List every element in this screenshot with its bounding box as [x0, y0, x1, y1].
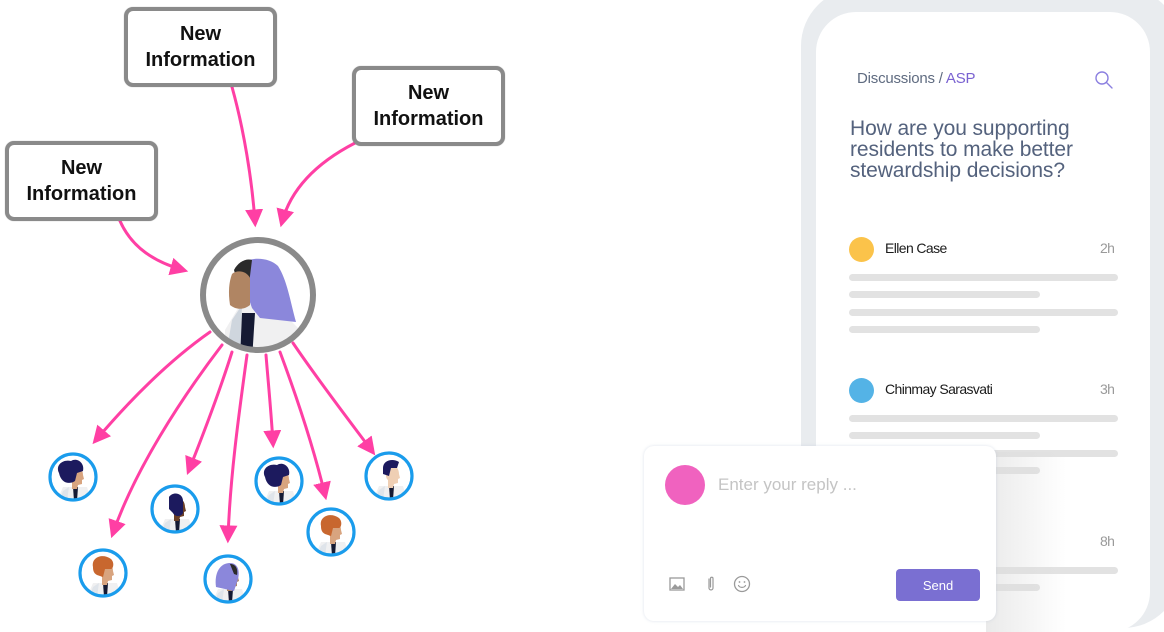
breadcrumb-parent[interactable]: Discussions — [857, 70, 935, 87]
info-box-label: New — [407, 82, 450, 104]
post-time: 2h — [1100, 240, 1115, 256]
emoji-icon[interactable] — [732, 574, 752, 594]
text-placeholder-line — [849, 415, 1118, 422]
image-icon[interactable] — [667, 574, 687, 594]
paperclip-icon[interactable] — [701, 574, 721, 594]
author-avatar — [849, 378, 874, 403]
info-box-label: Information — [26, 183, 137, 205]
text-placeholder-line — [849, 326, 1040, 333]
post-time: 8h — [1100, 533, 1115, 549]
arrow-out-4 — [219, 353, 249, 544]
arrow-in-top — [230, 85, 264, 228]
send-button[interactable]: Send — [896, 569, 980, 601]
post-author: Chinmay Sarasvati — [885, 381, 993, 397]
info-box-label: New — [60, 157, 103, 179]
card-shadow — [986, 452, 1066, 632]
text-placeholder-line — [849, 291, 1040, 298]
author-avatar — [849, 237, 874, 262]
woman-hijab-avatar — [203, 554, 253, 604]
arrow-out-5 — [263, 353, 282, 449]
man-beard-avatar — [150, 484, 200, 534]
information-flow-diagram — [48, 85, 414, 604]
breadcrumb-current: ASP — [945, 70, 976, 87]
info-box-label: Information — [373, 108, 484, 130]
man-short-hair-avatar — [364, 451, 414, 501]
post-author: Ellen Case — [885, 240, 947, 256]
new-information-box: New Information — [124, 7, 277, 87]
reply-input[interactable] — [718, 470, 968, 500]
arrow-out-3 — [185, 350, 234, 476]
text-placeholder-line — [849, 274, 1118, 281]
central-person-avatar — [200, 237, 316, 353]
arrow-in-right — [276, 141, 357, 228]
man-orange-hair-avatar — [78, 548, 128, 598]
text-placeholder-line — [849, 309, 1118, 316]
arrow-out-7 — [291, 341, 376, 456]
discussion-question: How are you supporting residents to make… — [850, 117, 1073, 182]
new-information-box: New Information — [352, 66, 505, 146]
woman-curly-hair-avatar — [48, 452, 98, 502]
info-box-label: Information — [145, 49, 256, 71]
user-avatar — [665, 465, 705, 505]
new-information-box: New Information — [5, 141, 158, 221]
breadcrumb-separator: / — [934, 70, 946, 87]
breadcrumb: Discussions / ASP — [857, 70, 976, 87]
man-orange-hair-avatar — [306, 507, 356, 557]
reply-card: Send — [644, 446, 996, 621]
info-box-label: New — [179, 23, 222, 45]
arrow-in-left — [118, 219, 189, 276]
woman-curly-hair-avatar — [254, 456, 304, 506]
search-icon[interactable] — [1094, 70, 1114, 90]
text-placeholder-line — [849, 432, 1040, 439]
post-time: 3h — [1100, 381, 1115, 397]
